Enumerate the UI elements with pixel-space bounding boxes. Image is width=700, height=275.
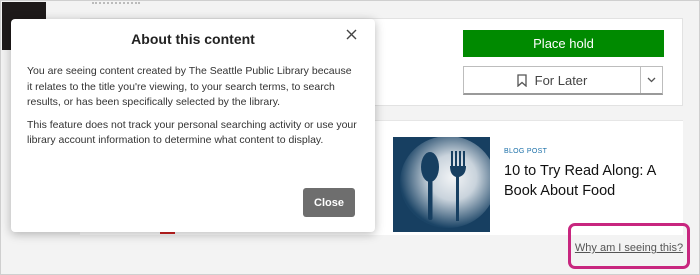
background-accent	[160, 232, 175, 234]
modal-body: You are seeing content created by The Se…	[27, 64, 357, 156]
modal-paragraph: You are seeing content created by The Se…	[27, 65, 352, 108]
blog-post-title[interactable]: 10 to Try Read Along: A Book About Food	[504, 161, 679, 201]
blog-post-image[interactable]	[393, 137, 490, 232]
why-am-i-seeing-this-link[interactable]: Why am I seeing this?	[575, 238, 683, 254]
chevron-down-icon	[647, 77, 656, 83]
for-later-main[interactable]: For Later	[464, 67, 640, 93]
place-hold-button[interactable]: Place hold	[463, 30, 664, 57]
blog-post-tag: BLOG POST	[504, 148, 548, 155]
spoon-fork-salt-image	[393, 137, 490, 232]
divider	[92, 2, 140, 5]
for-later-dropdown[interactable]	[640, 67, 662, 93]
about-content-modal: About this content You are seeing conten…	[11, 19, 375, 232]
modal-close-x[interactable]	[344, 27, 358, 41]
bookmark-icon	[516, 73, 527, 87]
modal-title: About this content	[131, 31, 255, 47]
close-button[interactable]: Close	[303, 188, 355, 217]
for-later-button[interactable]: For Later	[463, 66, 663, 95]
for-later-label: For Later	[534, 72, 588, 88]
modal-paragraph: This feature does not track your persona…	[27, 118, 357, 147]
close-icon	[346, 29, 356, 39]
why-am-i-seeing-this-highlight: Why am I seeing this?	[568, 223, 690, 269]
